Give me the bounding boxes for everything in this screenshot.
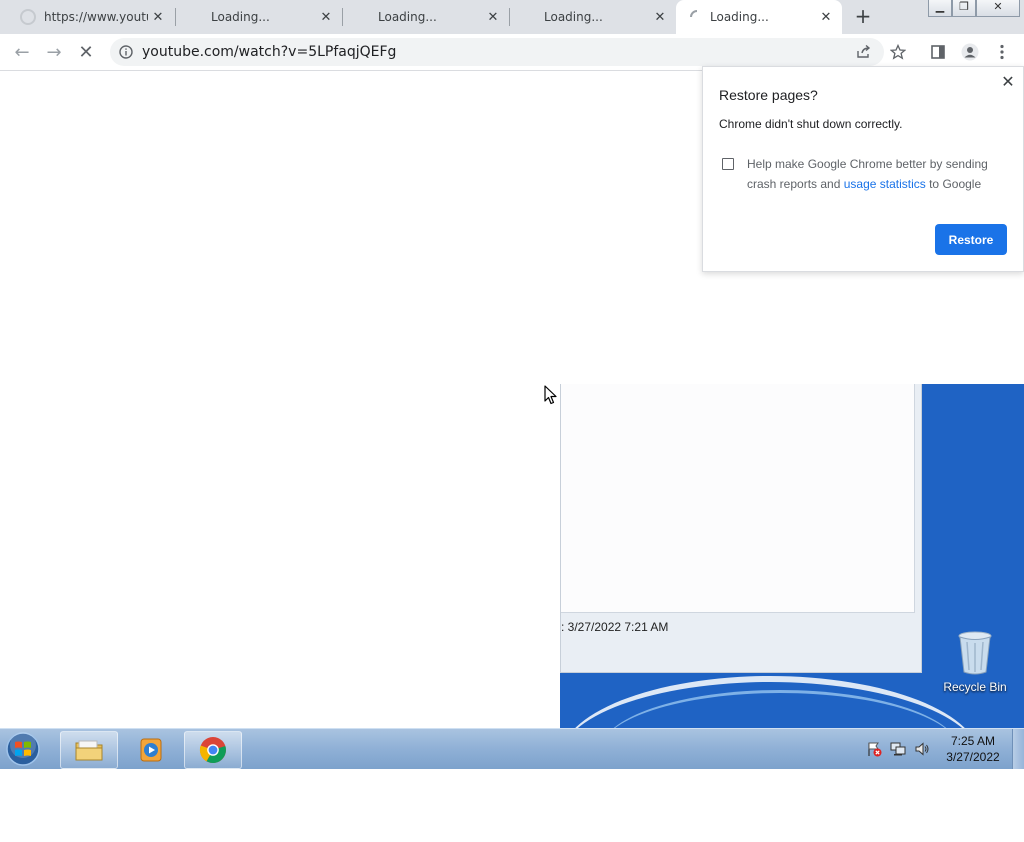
tab-loading-icon [20,9,36,25]
taskbar-explorer[interactable] [60,731,118,769]
close-icon[interactable]: ✕ [999,73,1017,91]
close-icon[interactable]: ✕ [150,9,166,25]
restore-button[interactable]: Restore [935,224,1007,255]
crash-report-text-end: to Google [925,177,982,191]
start-button[interactable] [4,731,48,767]
tab-2[interactable]: Loading... ✕ [176,0,342,34]
background-window: : 3/27/2022 7:21 AM [560,384,922,673]
action-center-flag-icon[interactable] [866,741,882,757]
usage-statistics-link[interactable]: usage statistics [844,177,926,191]
taskbar: 7:25 AM 3/27/2022 [0,728,1024,769]
address-bar[interactable]: youtube.com/watch?v=5LPfaqjQEFg [110,38,884,66]
folder-icon [75,740,103,761]
tab-title: Loading... [378,10,437,24]
url-text: youtube.com/watch?v=5LPfaqjQEFg [142,44,397,60]
stop-button[interactable]: ✕ [74,40,98,64]
close-window-button[interactable]: ✕ [976,0,1020,17]
close-icon[interactable]: ✕ [485,9,501,25]
back-button[interactable]: ← [10,40,34,64]
tab-title: Loading... [544,10,603,24]
taskbar-chrome[interactable] [184,731,242,769]
clock-date: 3/27/2022 [946,750,1000,764]
side-panel-icon[interactable] [926,40,950,64]
crash-report-checkbox[interactable] [722,158,734,170]
background-window-timestamp: : 3/27/2022 7:21 AM [561,620,669,634]
crash-report-label: Help make Google Chrome better by sendin… [747,154,1007,194]
tab-3[interactable]: Loading... ✕ [343,0,509,34]
close-icon[interactable]: ✕ [318,9,334,25]
taskbar-media-player[interactable] [122,731,180,769]
background-window-panel [561,384,915,613]
bookmark-star-icon[interactable] [886,40,910,64]
minimize-button[interactable]: ▁ [928,0,952,17]
chrome-icon [199,737,226,764]
new-tab-button[interactable]: + [852,6,874,28]
dialog-message: Chrome didn't shut down correctly. [719,117,903,131]
recycle-bin-icon [958,631,992,675]
restore-window-button[interactable]: ❐ [952,0,976,17]
volume-icon[interactable] [914,741,930,757]
recycle-bin[interactable]: Recycle Bin [940,630,1010,694]
tab-title: https://www.youtube.com/watch?v=5LPfaqjQ… [44,10,148,24]
clock-time: 7:25 AM [950,734,996,748]
loading-spinner-icon [690,10,698,18]
close-icon[interactable]: ✕ [652,9,668,25]
system-clock[interactable]: 7:25 AM 3/27/2022 [938,733,1008,765]
recycle-bin-label: Recycle Bin [943,680,1007,694]
forward-button[interactable]: → [42,40,66,64]
network-icon[interactable] [890,741,906,757]
windows-orb-icon [6,732,40,766]
restore-pages-dialog: ✕ Restore pages? Chrome didn't shut down… [702,66,1024,272]
mouse-cursor-icon [544,385,557,405]
show-desktop-button[interactable] [1012,729,1024,769]
dialog-title: Restore pages? [719,87,818,103]
menu-kebab-icon[interactable] [990,40,1014,64]
tab-strip: https://www.youtube.com/watch?v=5LPfaqjQ… [0,0,1024,34]
profile-avatar-icon[interactable] [958,40,982,64]
close-icon[interactable]: ✕ [818,9,834,25]
share-icon[interactable] [856,45,872,59]
info-icon[interactable] [119,45,133,59]
tab-1[interactable]: https://www.youtube.com/watch?v=5LPfaqjQ… [8,0,174,34]
tab-title: Loading... [710,10,769,24]
tab-5-active[interactable]: Loading... ✕ [676,0,842,34]
media-player-icon [140,738,162,762]
tab-4[interactable]: Loading... ✕ [510,0,676,34]
tab-title: Loading... [211,10,270,24]
